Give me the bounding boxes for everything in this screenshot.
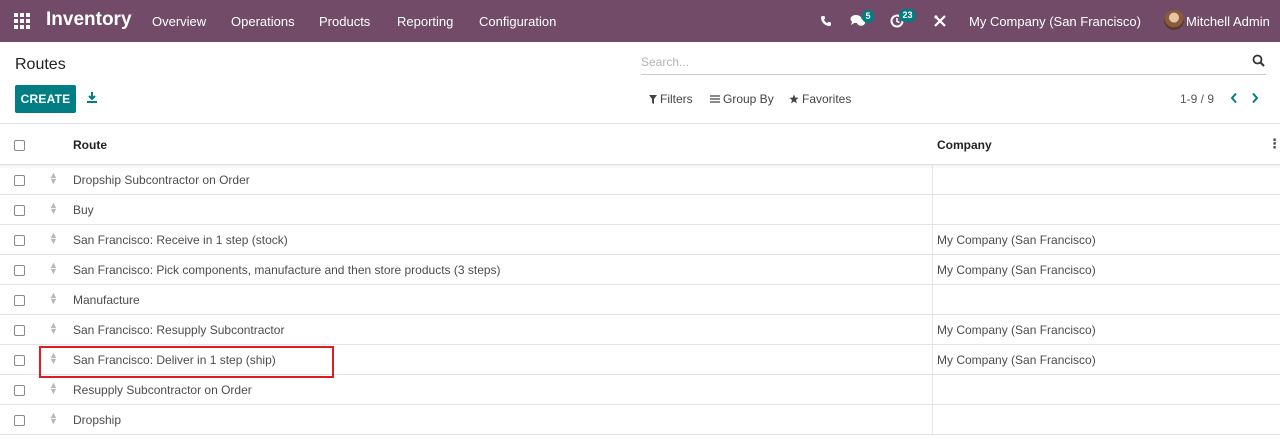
app-title[interactable]: Inventory (46, 9, 132, 31)
drag-handle-icon[interactable]: ▲ ▼ (49, 201, 58, 216)
menu-overview[interactable]: Overview (152, 14, 206, 29)
column-divider (932, 345, 933, 374)
row-checkbox[interactable] (14, 415, 25, 426)
favorites-label: Favorites (802, 92, 852, 106)
row-checkbox[interactable] (14, 295, 25, 306)
route-cell[interactable]: Buy (73, 203, 94, 217)
table-row[interactable]: ▲ ▼ Dropship (0, 405, 1280, 435)
filter-funnel-icon (649, 94, 657, 104)
company-cell[interactable]: My Company (San Francisco) (937, 263, 1096, 277)
column-divider (932, 285, 933, 314)
debug-tools-icon[interactable] (934, 15, 946, 27)
company-switcher[interactable]: My Company (San Francisco) (969, 14, 1141, 29)
user-menu[interactable]: Mitchell Admin (1186, 14, 1270, 29)
drag-handle-icon[interactable]: ▲ ▼ (49, 171, 58, 186)
select-all-checkbox[interactable] (14, 140, 25, 151)
filters-button[interactable]: Filters (649, 92, 693, 106)
route-cell[interactable]: Resupply Subcontractor on Order (73, 383, 252, 397)
table-row[interactable]: ▲ ▼ Manufacture (0, 285, 1280, 315)
row-checkbox[interactable] (14, 205, 25, 216)
drag-handle-icon[interactable]: ▲ ▼ (49, 411, 58, 426)
download-icon[interactable] (86, 91, 98, 103)
column-divider (932, 225, 933, 254)
apps-menu-icon[interactable] (14, 13, 30, 29)
pager-next-icon[interactable] (1251, 92, 1259, 104)
table-row[interactable]: ▲ ▼ San Francisco: Receive in 1 step (stoc… (0, 225, 1280, 255)
row-checkbox[interactable] (14, 235, 25, 246)
company-cell[interactable]: My Company (San Francisco) (937, 353, 1096, 367)
drag-handle-icon[interactable]: ▲ ▼ (49, 291, 58, 306)
route-cell[interactable]: San Francisco: Deliver in 1 step (ship) (73, 353, 276, 367)
routes-list-table: Route Company ⋮ ▲ ▼ Dropship Subcontractor… (0, 123, 1280, 435)
page-title: Routes (15, 56, 66, 73)
column-divider (932, 375, 933, 404)
search-bar (641, 52, 1266, 75)
optional-columns-icon[interactable]: ⋮ (1268, 136, 1280, 152)
menu-operations[interactable]: Operations (231, 14, 295, 29)
drag-handle-icon[interactable]: ▲ ▼ (49, 351, 58, 366)
route-cell[interactable]: Manufacture (73, 293, 140, 307)
row-checkbox[interactable] (14, 355, 25, 366)
table-row[interactable]: ▲ ▼ Resupply Subcontractor on Order (0, 375, 1280, 405)
column-header-company[interactable]: Company (937, 138, 992, 152)
drag-handle-icon[interactable]: ▲ ▼ (49, 321, 58, 336)
column-header-route[interactable]: Route (73, 138, 107, 152)
route-cell[interactable]: Dropship (73, 413, 121, 427)
route-cell[interactable]: Dropship Subcontractor on Order (73, 173, 250, 187)
route-cell[interactable]: San Francisco: Pick components, manufact… (73, 263, 501, 277)
group-by-bars-icon (710, 95, 720, 103)
company-cell[interactable]: My Company (San Francisco) (937, 233, 1096, 247)
drag-handle-icon[interactable]: ▲ ▼ (49, 381, 58, 396)
search-input[interactable] (641, 52, 1231, 72)
star-icon (789, 94, 799, 104)
menu-reporting[interactable]: Reporting (397, 14, 453, 29)
column-divider (932, 195, 933, 224)
table-row[interactable]: ▲ ▼ San Francisco: Pick components, manufa… (0, 255, 1280, 285)
table-row[interactable]: ▲ ▼ Buy (0, 195, 1280, 225)
menu-configuration[interactable]: Configuration (479, 14, 556, 29)
company-cell[interactable]: My Company (San Francisco) (937, 323, 1096, 337)
row-checkbox[interactable] (14, 265, 25, 276)
favorites-button[interactable]: Favorites (789, 92, 851, 106)
column-divider (932, 405, 933, 434)
column-divider (932, 315, 933, 344)
route-cell[interactable]: San Francisco: Resupply Subcontractor (73, 323, 284, 337)
column-divider (932, 165, 933, 194)
menu-products[interactable]: Products (319, 14, 370, 29)
table-row[interactable]: ▲ ▼ Dropship Subcontractor on Order (0, 165, 1280, 195)
filters-label: Filters (660, 92, 693, 106)
activities-badge: 23 (899, 9, 916, 22)
pager-previous-icon[interactable] (1230, 92, 1238, 104)
group-by-label: Group By (723, 92, 774, 106)
row-checkbox[interactable] (14, 325, 25, 336)
row-checkbox[interactable] (14, 175, 25, 186)
table-row[interactable]: ▲ ▼ San Francisco: Resupply Subcontractor M… (0, 315, 1280, 345)
drag-handle-icon[interactable]: ▲ ▼ (49, 231, 58, 246)
drag-handle-icon[interactable]: ▲ ▼ (49, 261, 58, 276)
top-navbar: Inventory Overview Operations Products R… (0, 0, 1280, 42)
table-row[interactable]: ▲ ▼ San Francisco: Deliver in 1 step (ship… (0, 345, 1280, 375)
table-body: ▲ ▼ Dropship Subcontractor on Order ▲ ▼ Buy ▲ ▼… (0, 165, 1280, 435)
pager-value[interactable]: 1-9 / 9 (1180, 92, 1214, 106)
group-by-button[interactable]: Group By (710, 92, 774, 106)
user-avatar[interactable] (1164, 10, 1184, 30)
phone-icon[interactable] (820, 15, 832, 27)
row-checkbox[interactable] (14, 385, 25, 396)
column-divider (932, 255, 933, 284)
search-icon[interactable] (1252, 54, 1266, 68)
create-button[interactable]: CREATE (15, 85, 76, 113)
route-cell[interactable]: San Francisco: Receive in 1 step (stock) (73, 233, 288, 247)
messages-badge: 5 (862, 10, 874, 23)
table-header: Route Company ⋮ (0, 123, 1280, 165)
